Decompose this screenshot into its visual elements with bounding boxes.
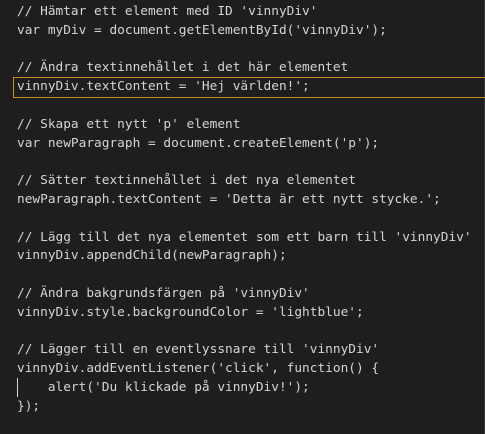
code-line-9[interactable]	[17, 153, 484, 172]
code-line-5-current[interactable]: vinnyDiv.textContent = 'Hej världen!';	[13, 77, 485, 98]
code-line-4[interactable]: // Ändra textinnehållet i det här elemen…	[17, 59, 484, 78]
code-line-3[interactable]	[17, 41, 484, 60]
code-line-20[interactable]: vinnyDiv.addEventListener('click', funct…	[17, 360, 484, 379]
code-line-12[interactable]	[17, 210, 484, 229]
code-line-19[interactable]: // Lägger till en eventlyssnare till 'vi…	[17, 341, 484, 360]
code-line-22[interactable]: });	[17, 398, 484, 417]
code-line-1[interactable]: // Hämtar ett element med ID 'vinnyDiv'	[17, 3, 484, 22]
code-line-8[interactable]: var newParagraph = document.createElemen…	[17, 135, 484, 154]
code-line-6[interactable]	[17, 97, 484, 116]
code-line-14[interactable]: vinnyDiv.appendChild(newParagraph);	[17, 247, 484, 266]
code-line-17[interactable]: vinnyDiv.style.backgroundColor = 'lightb…	[17, 304, 484, 323]
code-line-11[interactable]: newParagraph.textContent = 'Detta är ett…	[17, 191, 484, 210]
code-editor[interactable]: // Hämtar ett element med ID 'vinnyDiv' …	[0, 0, 485, 434]
code-line-15[interactable]	[17, 266, 484, 285]
code-lines[interactable]: // Hämtar ett element med ID 'vinnyDiv' …	[13, 3, 485, 417]
code-line-2[interactable]: var myDiv = document.getElementById('vin…	[17, 22, 484, 41]
code-line-10[interactable]: // Sätter textinnehållet i det nya eleme…	[17, 172, 484, 191]
code-line-13[interactable]: // Lägg till det nya elementet som ett b…	[17, 229, 484, 248]
indent-guide	[17, 378, 18, 397]
code-line-16[interactable]: // Ändra bakgrundsfärgen på 'vinnyDiv'	[17, 285, 484, 304]
code-line-7[interactable]: // Skapa ett nytt 'p' element	[17, 116, 484, 135]
code-line-21[interactable]: alert('Du klickade på vinnyDiv!');	[17, 379, 484, 398]
code-line-18[interactable]	[17, 323, 484, 342]
